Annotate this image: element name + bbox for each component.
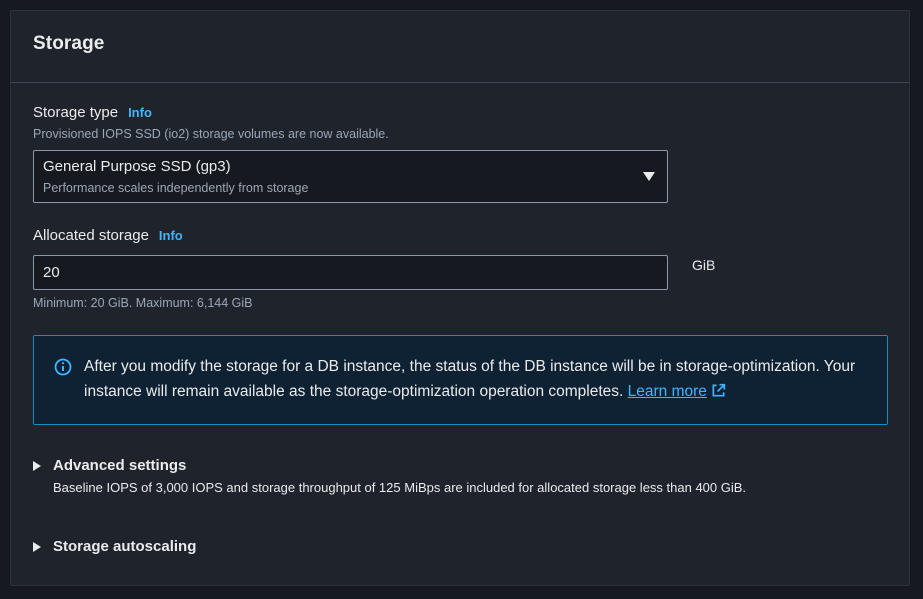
alert-message: After you modify the storage for a DB in… — [84, 354, 884, 404]
external-link-icon[interactable] — [711, 383, 726, 398]
storage-type-description: Provisioned IOPS SSD (io2) storage volum… — [33, 127, 389, 141]
storage-type-label-row: Storage type Info — [33, 104, 152, 122]
caret-down-icon — [643, 172, 655, 181]
storage-autoscaling-title: Storage autoscaling — [53, 538, 197, 555]
triangle-right-icon — [33, 541, 41, 552]
allocated-storage-unit: GiB — [692, 257, 716, 273]
storage-type-info-link[interactable]: Info — [128, 105, 152, 120]
triangle-right-icon — [33, 460, 41, 471]
storage-type-selected-description: Performance scales independently from st… — [43, 181, 309, 195]
advanced-settings-title: Advanced settings — [53, 457, 187, 474]
storage-type-label: Storage type — [33, 104, 119, 121]
allocated-storage-label-row: Allocated storage Info — [33, 227, 183, 245]
learn-more-link[interactable]: Learn more — [628, 383, 707, 400]
storage-autoscaling-toggle[interactable]: Storage autoscaling — [33, 538, 196, 555]
advanced-settings-description: Baseline IOPS of 3,000 IOPS and storage … — [53, 480, 747, 495]
info-circle-icon — [54, 358, 72, 376]
panel-header: Storage — [11, 11, 909, 83]
storage-type-selected-value: General Purpose SSD (gp3) — [43, 158, 231, 175]
allocated-storage-input[interactable]: 20 — [33, 255, 668, 290]
page-title: Storage — [33, 33, 105, 54]
allocated-storage-label: Allocated storage — [33, 227, 149, 244]
info-alert: After you modify the storage for a DB in… — [33, 335, 888, 425]
allocated-storage-constraint: Minimum: 20 GiB. Maximum: 6,144 GiB — [33, 296, 253, 310]
allocated-storage-info-link[interactable]: Info — [159, 228, 183, 243]
storage-type-select[interactable]: General Purpose SSD (gp3) Performance sc… — [33, 150, 668, 203]
storage-panel: Storage Storage type Info Provisioned IOP… — [10, 10, 910, 586]
alert-text: After you modify the storage for a DB in… — [84, 358, 856, 400]
advanced-settings-toggle[interactable]: Advanced settings — [33, 457, 186, 474]
